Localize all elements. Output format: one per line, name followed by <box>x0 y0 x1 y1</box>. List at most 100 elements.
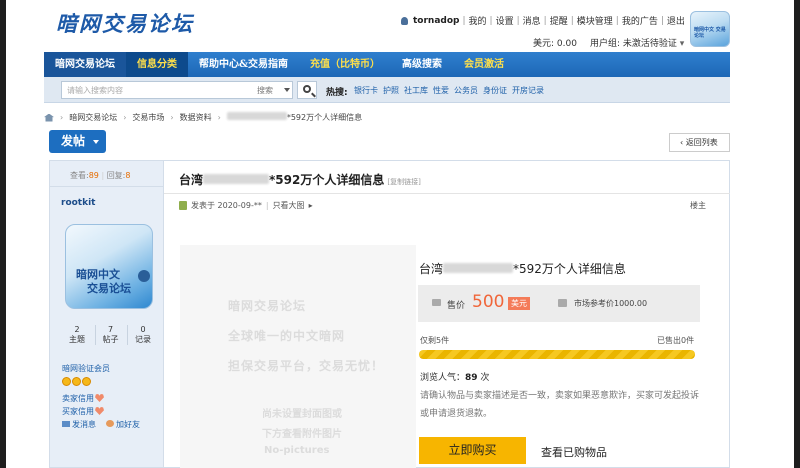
buyer-credit: 买家信用 <box>62 407 94 416</box>
no-image-text: 下方查看附件图片 <box>262 429 342 440</box>
post-title: 台湾 *592万个人详细信息 [复制链接] <box>179 173 421 187</box>
hot-link[interactable]: 身份证 <box>483 85 507 96</box>
add-friend-link[interactable]: 加好友 <box>106 419 140 430</box>
hot-link[interactable]: 开房记录 <box>512 85 544 96</box>
search-bar: 请输入搜索内容 搜索 热搜: 银行卡 护照 社工库 性爱 公务员 身份证 开房记… <box>44 77 730 103</box>
nav-categories[interactable]: 信息分类 <box>126 52 188 77</box>
header-avatar[interactable]: 暗网中文 交易论坛 <box>690 11 730 47</box>
breadcrumb: › 暗网交易论坛 › 交易市场 › 数据资料 › *592万个人详细信息 <box>44 112 362 123</box>
watermark-line: 全球唯一的中文暗网 <box>228 329 346 343</box>
link-settings[interactable]: 设置 <box>496 14 514 27</box>
link-my-ads[interactable]: 我的广告 <box>622 14 658 27</box>
heart-icon <box>95 394 104 402</box>
stock-progress-bar <box>419 350 695 359</box>
count-posts[interactable]: 7 帖子 <box>94 325 125 345</box>
link-messages[interactable]: 消息 <box>523 14 541 27</box>
thread-stats: 查看:89 | 回复:8 <box>50 161 163 187</box>
post-meta: 发表于 2020-09-** | 只看大图 ▸ <box>179 200 313 211</box>
stock-sold: 已售出0件 <box>657 336 695 345</box>
chevron-down-icon <box>284 88 290 92</box>
redacted-blur <box>443 263 514 273</box>
only-big-images-link[interactable]: 只看大图 <box>273 200 305 211</box>
count-records[interactable]: 0 记录 <box>127 325 157 345</box>
medal-icon <box>62 377 71 386</box>
hot-link[interactable]: 公务员 <box>454 85 478 96</box>
hot-link[interactable]: 社工库 <box>404 85 428 96</box>
author-sidebar: 查看:89 | 回复:8 rootkit 暗网中文 交易论坛 2 主题 7 帖子 0… <box>49 160 164 468</box>
hot-link[interactable]: 护照 <box>383 85 399 96</box>
price-value: 500 <box>472 292 505 312</box>
user-group[interactable]: 用户组: 未激活待验证 ▾ <box>590 36 684 49</box>
user-group-badge[interactable]: 暗网验证会员 <box>62 363 110 374</box>
medals <box>62 377 91 386</box>
chevron-right-icon: ▸ <box>308 201 313 210</box>
breadcrumb-forum[interactable]: 暗网交易论坛 <box>69 112 117 123</box>
nav-home[interactable]: 暗网交易论坛 <box>44 52 126 77</box>
home-icon[interactable] <box>44 113 54 122</box>
breadcrumb-data[interactable]: 数据资料 <box>180 112 212 123</box>
seller-credit: 卖家信用 <box>62 394 94 403</box>
post-content: 台湾 *592万个人详细信息 [复制链接] 发表于 2020-09-** | 只看大… <box>164 160 730 468</box>
no-image-text: 尚未设置封面图或 <box>262 409 342 420</box>
badge-icon <box>138 270 150 282</box>
currency-badge: 美元 <box>508 297 530 310</box>
stock-progress-fill <box>419 350 695 359</box>
search-button[interactable] <box>297 81 317 99</box>
view-purchased-link[interactable]: 查看已购物品 <box>541 444 607 460</box>
back-to-list-button[interactable]: ‹ 返回列表 <box>669 133 730 152</box>
floor-label: 楼主 <box>690 201 706 210</box>
author-counts: 2 主题 7 帖子 0 记录 <box>62 325 157 345</box>
link-reminders[interactable]: 提醒 <box>550 14 568 27</box>
views-count: 浏览人气：89 次 <box>420 373 490 383</box>
buy-now-button[interactable]: 立即购买 <box>419 437 526 464</box>
nav-help[interactable]: 帮助中心&交易指南 <box>188 52 299 77</box>
link-my[interactable]: 我的 <box>469 14 487 27</box>
main-nav: 暗网交易论坛 信息分类 帮助中心&交易指南 充值（比特币） 高级搜索 会员激活 <box>44 52 730 77</box>
hot-search-links: 银行卡 护照 社工库 性爱 公务员 身份证 开房记录 <box>354 85 544 96</box>
send-message-link[interactable]: 发消息 <box>62 419 96 430</box>
watermark-line: 暗网交易论坛 <box>228 299 307 313</box>
link-module-manage[interactable]: 模块管理 <box>577 14 613 27</box>
price-tag-icon <box>432 299 441 306</box>
author-avatar[interactable]: 暗网中文 交易论坛 <box>65 224 153 309</box>
add-friend-icon <box>106 420 114 427</box>
nav-activate[interactable]: 会员激活 <box>453 52 515 77</box>
search-icon <box>303 85 311 93</box>
price-label: 售价 <box>447 301 466 311</box>
hot-link[interactable]: 银行卡 <box>354 85 378 96</box>
redacted-blur <box>203 174 270 184</box>
reference-price: 市场参考价1000.00 <box>574 299 648 308</box>
hot-search-label: 热搜: <box>326 88 348 98</box>
price-box: 售价 500 美元 市场参考价1000.00 <box>418 285 700 322</box>
reference-price-icon <box>558 299 567 307</box>
balance: 美元: 0.00 <box>533 39 577 49</box>
site-logo[interactable]: 暗网交易论坛 <box>56 8 194 38</box>
copy-link[interactable]: [复制链接] <box>387 178 420 186</box>
stock-remaining: 仅剩5件 <box>420 336 450 345</box>
new-post-button[interactable]: 发帖 <box>49 130 106 153</box>
medal-icon <box>72 377 81 386</box>
medal-icon <box>82 377 91 386</box>
breadcrumb-market[interactable]: 交易市场 <box>132 112 164 123</box>
nav-recharge[interactable]: 充值（比特币） <box>299 52 391 77</box>
product-title: 台湾 *592万个人详细信息 <box>419 262 626 276</box>
search-input[interactable]: 请输入搜索内容 搜索 <box>61 81 293 99</box>
hot-link[interactable]: 性爱 <box>433 85 449 96</box>
search-type-select[interactable]: 搜索 <box>257 85 273 96</box>
redacted-blur <box>226 112 287 120</box>
link-logout[interactable]: 退出 <box>667 14 685 27</box>
buyer-notice: 请确认物品与卖家描述是否一致，卖家如果恶意欺诈，买家可发起投诉或申请退货退款。 <box>420 391 700 419</box>
top-user-links: tornadop | 我的 | 设置 | 消息 | 提醒 | 模块管理 | 我的广告 | 退… <box>401 14 685 27</box>
mail-icon <box>62 421 70 427</box>
nav-advanced-search[interactable]: 高级搜索 <box>391 52 453 77</box>
post-date: 发表于 2020-09-** <box>191 201 262 210</box>
author-actions: 发消息 加好友 <box>62 419 140 430</box>
breadcrumb-current: *592万个人详细信息 <box>226 112 362 123</box>
count-threads[interactable]: 2 主题 <box>62 325 92 345</box>
browser-page: 暗网交易论坛 tornadop | 我的 | 设置 | 消息 | 提醒 | 模块管理 | … <box>6 0 794 468</box>
no-image-text: No-pictures <box>264 445 330 456</box>
post-icon <box>179 201 187 210</box>
username-link[interactable]: tornadop <box>413 16 459 26</box>
product-image-placeholder[interactable]: 暗网交易论坛 全球唯一的中文暗网 担保交易平台，交易无忧！ 尚未设置封面图或 下… <box>180 245 416 468</box>
author-name[interactable]: rootkit <box>61 198 95 208</box>
